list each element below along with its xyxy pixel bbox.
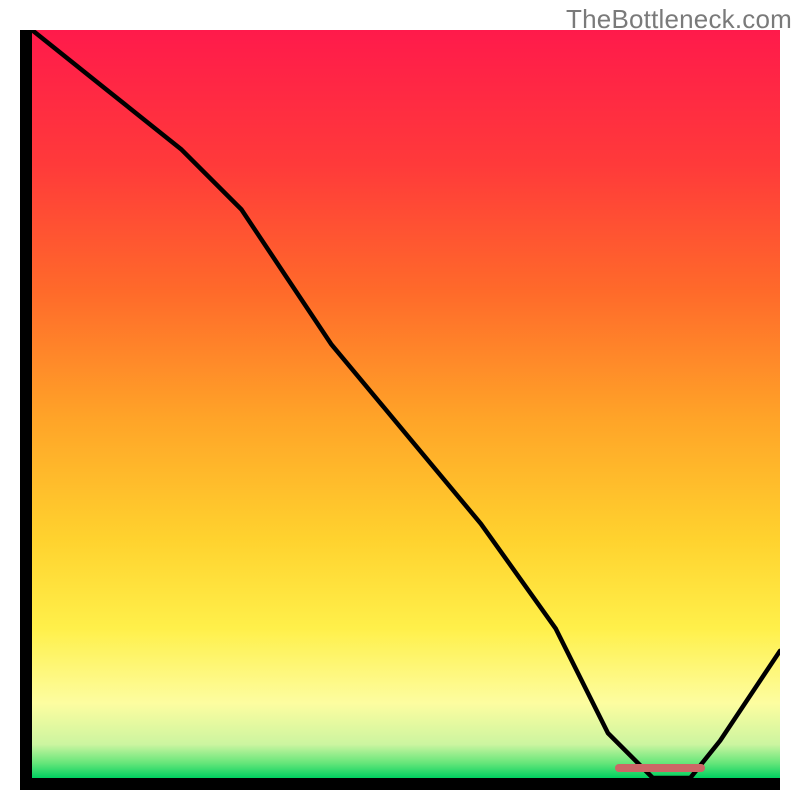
plot-axes [20,30,780,790]
plot-area [32,30,780,778]
bottleneck-curve [32,30,780,778]
optimal-range-marker [615,764,705,772]
chart-container: TheBottleneck.com [0,0,800,800]
